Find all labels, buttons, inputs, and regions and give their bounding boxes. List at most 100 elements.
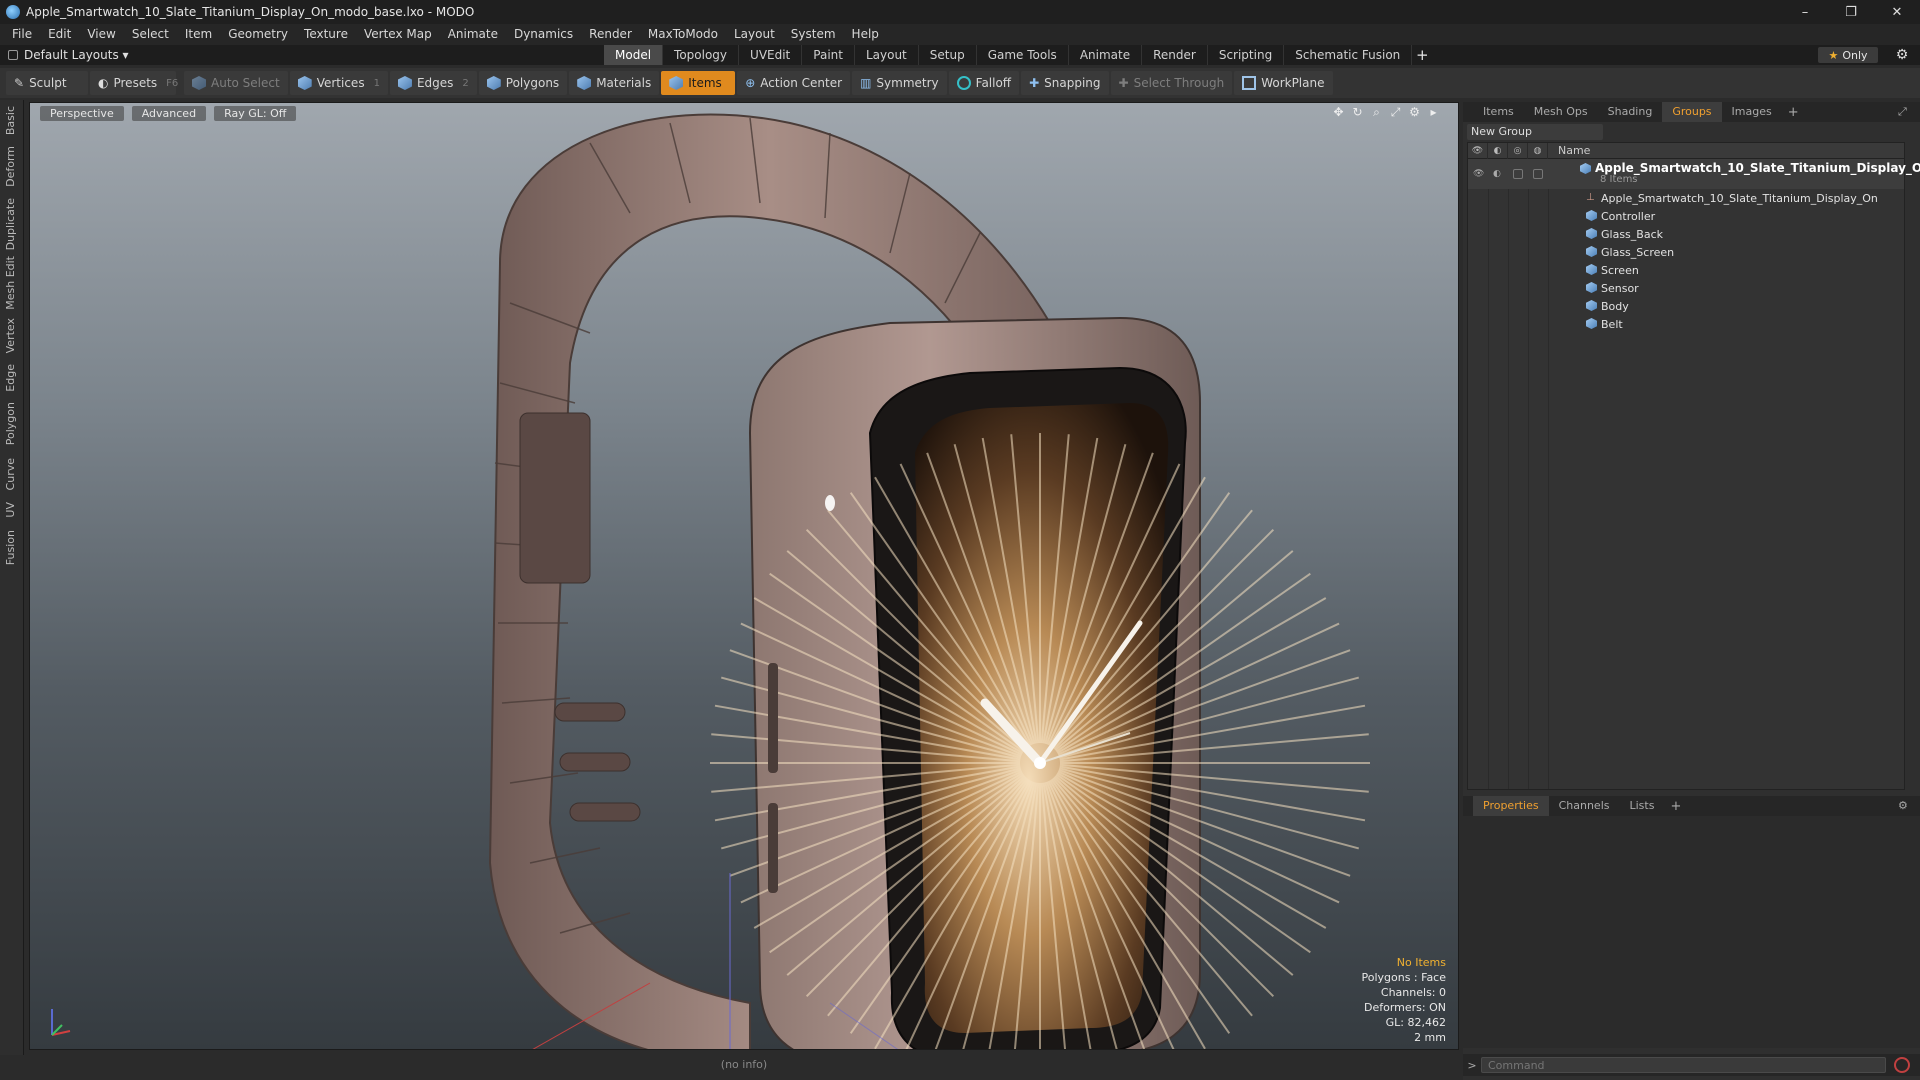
add-panel-tab-button[interactable]: + — [1782, 105, 1805, 120]
menu-item[interactable]: Item — [177, 24, 220, 45]
command-stop-icon[interactable] — [1894, 1057, 1910, 1073]
tab-lists[interactable]: Lists — [1620, 796, 1665, 816]
snapping-button[interactable]: ✚ Snapping — [1021, 71, 1109, 95]
command-input[interactable] — [1481, 1057, 1886, 1073]
pan-icon[interactable]: ✥ — [1332, 106, 1345, 119]
name-column-header[interactable]: Name — [1548, 144, 1590, 157]
tab-groups[interactable]: Groups — [1662, 102, 1722, 122]
tab-properties[interactable]: Properties — [1473, 796, 1549, 816]
properties-settings-icon[interactable]: ⚙ — [1898, 800, 1910, 812]
falloff-button[interactable]: Falloff — [948, 71, 1020, 95]
tab-setup[interactable]: Setup — [919, 45, 977, 65]
menu-texture[interactable]: Texture — [296, 24, 356, 45]
vtab-curve[interactable]: Curve — [4, 458, 20, 490]
list-item[interactable]: ⊥ Apple_Smartwatch_10_Slate_Titanium_Dis… — [1468, 189, 1904, 207]
materials-button[interactable]: Materials — [569, 71, 660, 95]
presets-button[interactable]: ◐ Presets F6 — [90, 71, 178, 95]
action-center-button[interactable]: ⊕ Action Center — [737, 71, 851, 95]
vtab-uv[interactable]: UV — [4, 502, 20, 518]
gear-icon[interactable]: ⚙ — [1894, 47, 1910, 63]
layout-preset-dropdown[interactable]: Default Layouts ▾ — [8, 45, 129, 65]
menu-layout[interactable]: Layout — [726, 24, 783, 45]
workplane-button[interactable]: WorkPlane — [1234, 71, 1333, 95]
tab-game-tools[interactable]: Game Tools — [977, 45, 1069, 65]
select-column-icon[interactable]: ◍ — [1528, 142, 1548, 159]
menu-help[interactable]: Help — [844, 24, 887, 45]
menu-maxtomodo[interactable]: MaxToModo — [640, 24, 726, 45]
tab-paint[interactable]: Paint — [802, 45, 855, 65]
fit-icon[interactable]: ⤢ — [1389, 106, 1402, 119]
vertices-button[interactable]: Vertices 1 — [289, 71, 388, 95]
close-button[interactable]: ✕ — [1874, 0, 1920, 24]
tab-model[interactable]: Model — [604, 45, 664, 65]
select-checkbox[interactable] — [1533, 169, 1543, 179]
list-item[interactable]: Sensor — [1468, 279, 1904, 297]
menu-edit[interactable]: Edit — [40, 24, 79, 45]
tab-images[interactable]: Images — [1722, 102, 1782, 122]
tab-mesh-ops[interactable]: Mesh Ops — [1524, 102, 1598, 122]
tab-render[interactable]: Render — [1142, 45, 1208, 65]
tab-items[interactable]: Items — [1473, 102, 1524, 122]
symmetry-button[interactable]: ▥ Symmetry — [852, 71, 947, 95]
list-item[interactable]: Body — [1468, 297, 1904, 315]
tab-topology[interactable]: Topology — [663, 45, 740, 65]
list-item[interactable]: Controller — [1468, 207, 1904, 225]
vtab-vertex[interactable]: Vertex — [4, 318, 20, 353]
vtab-deform[interactable]: Deform — [4, 146, 20, 187]
expand-panel-icon[interactable]: ⤢ — [1898, 106, 1910, 118]
raygl-button[interactable]: Ray GL: Off — [214, 106, 297, 121]
view-mode-button[interactable]: Perspective — [40, 106, 124, 121]
lock-column-icon[interactable]: ◎ — [1508, 142, 1528, 159]
menu-geometry[interactable]: Geometry — [220, 24, 296, 45]
tab-animate[interactable]: Animate — [1069, 45, 1143, 65]
list-item[interactable]: Belt — [1468, 315, 1904, 333]
vtab-polygon[interactable]: Polygon — [4, 402, 20, 445]
rotate-icon[interactable]: ↻ — [1351, 106, 1364, 119]
group-row[interactable]: 👁 ◐ Apple_Smartwatch_10_Slate_Titanium_D… — [1468, 159, 1920, 189]
render-column-icon[interactable]: ◐ — [1488, 142, 1508, 159]
tab-scripting[interactable]: Scripting — [1208, 45, 1285, 65]
menu-file[interactable]: File — [4, 24, 40, 45]
edges-button[interactable]: Edges 2 — [389, 71, 477, 95]
items-button[interactable]: Items — [661, 71, 736, 95]
menu-animate[interactable]: Animate — [440, 24, 506, 45]
list-item[interactable]: Glass_Back — [1468, 225, 1904, 243]
new-group-button[interactable]: New Group — [1467, 124, 1603, 140]
polygons-button[interactable]: Polygons — [478, 71, 568, 95]
3d-viewport[interactable]: Perspective Advanced Ray GL: Off ✥ ↻ ⌕ ⤢… — [29, 102, 1459, 1050]
vtab-mesh-edit[interactable]: Mesh Edit — [4, 256, 20, 310]
sculpt-button[interactable]: ✎ Sculpt — [6, 71, 88, 95]
vtab-fusion[interactable]: Fusion — [4, 530, 20, 565]
tab-uvedit[interactable]: UVEdit — [739, 45, 803, 65]
restore-button[interactable]: ❐ — [1828, 0, 1874, 24]
menu-system[interactable]: System — [783, 24, 844, 45]
list-item[interactable]: Screen — [1468, 261, 1904, 279]
shading-mode-button[interactable]: Advanced — [131, 106, 207, 121]
visibility-eye-icon[interactable]: 👁 — [1473, 169, 1484, 179]
vtab-basic[interactable]: Basic — [4, 106, 20, 135]
only-toggle-button[interactable]: ★ Only — [1818, 47, 1878, 63]
tab-channels[interactable]: Channels — [1549, 796, 1620, 816]
menu-view[interactable]: View — [79, 24, 123, 45]
vtab-edge[interactable]: Edge — [4, 364, 20, 392]
viewport-menu-icon[interactable]: ▸ — [1427, 106, 1440, 119]
auto-select-button[interactable]: Auto Select — [184, 71, 288, 95]
tab-shading[interactable]: Shading — [1598, 102, 1663, 122]
minimize-button[interactable]: – — [1782, 0, 1828, 24]
list-item[interactable]: Glass_Screen — [1468, 243, 1904, 261]
menu-vertex-map[interactable]: Vertex Map — [356, 24, 440, 45]
select-through-button[interactable]: ✚ Select Through — [1110, 71, 1233, 95]
menu-render[interactable]: Render — [581, 24, 640, 45]
render-toggle-icon[interactable]: ◐ — [1493, 169, 1501, 179]
viewport-settings-icon[interactable]: ⚙ — [1408, 106, 1421, 119]
add-properties-tab-button[interactable]: + — [1664, 799, 1687, 814]
menu-select[interactable]: Select — [124, 24, 177, 45]
add-tab-button[interactable]: + — [1412, 45, 1432, 65]
tab-schematic-fusion[interactable]: Schematic Fusion — [1284, 45, 1413, 65]
lock-checkbox[interactable] — [1513, 169, 1523, 179]
menu-dynamics[interactable]: Dynamics — [506, 24, 581, 45]
zoom-icon[interactable]: ⌕ — [1370, 106, 1383, 119]
vtab-duplicate[interactable]: Duplicate — [4, 198, 20, 250]
tab-layout[interactable]: Layout — [855, 45, 919, 65]
visibility-column-icon[interactable]: 👁 — [1468, 142, 1488, 159]
